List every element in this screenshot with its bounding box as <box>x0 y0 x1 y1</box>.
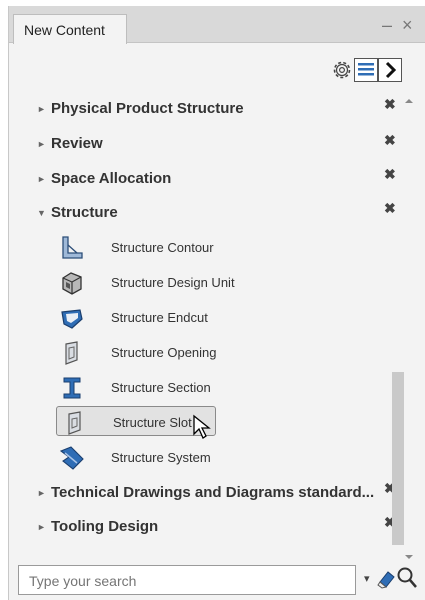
scrollbar-thumb[interactable] <box>392 372 404 545</box>
structure-opening-icon <box>65 341 78 365</box>
item-label: Structure System <box>111 450 211 465</box>
tab-bar: New Content – × <box>9 6 425 44</box>
expand-button[interactable] <box>378 58 402 82</box>
gear-icon <box>333 61 351 79</box>
category-label: Structure <box>51 204 118 221</box>
settings-button[interactable] <box>330 58 354 82</box>
category-review[interactable]: ► Review <box>37 135 103 159</box>
structure-design-unit-icon <box>62 272 82 295</box>
category-label: Tooling Design <box>51 518 159 535</box>
structure-contour-icon <box>62 236 83 259</box>
category-physical-product-structure[interactable]: ► Physical Product Structure <box>37 100 244 124</box>
chevron-right-icon: ► <box>37 139 46 150</box>
list-item-structure-contour[interactable]: Structure Contour <box>55 232 225 262</box>
item-label: Structure Design Unit <box>111 275 235 290</box>
list-item-structure-section[interactable]: Structure Section <box>55 372 225 402</box>
list-view-icon <box>358 63 374 76</box>
chevron-right-icon <box>385 61 397 79</box>
remove-category-button[interactable]: ✖ <box>384 166 396 183</box>
chevron-down-icon: ▼ <box>37 208 46 219</box>
chevron-right-icon: ► <box>37 104 46 115</box>
item-label: Structure Opening <box>111 345 217 360</box>
remove-category-button[interactable]: ✖ <box>384 200 396 217</box>
category-space-allocation[interactable]: ► Space Allocation <box>37 170 171 194</box>
category-technical-drawings[interactable]: ► Technical Drawings and Diagrams standar… <box>37 484 374 508</box>
structure-system-icon <box>59 446 84 470</box>
search-box[interactable] <box>18 565 356 595</box>
item-label: Structure Contour <box>111 240 214 255</box>
scroll-down-arrow-icon <box>405 555 413 559</box>
category-tooling-design[interactable]: ► Tooling Design <box>37 518 158 542</box>
list-item-structure-design-unit[interactable]: Structure Design Unit <box>55 267 235 297</box>
remove-category-button[interactable]: ✖ <box>384 132 396 149</box>
close-button[interactable]: × <box>402 16 413 34</box>
category-label: Space Allocation <box>51 170 172 187</box>
remove-category-button[interactable]: ✖ <box>384 96 396 113</box>
search-dropdown-button[interactable]: ▾ <box>364 572 370 585</box>
chevron-right-icon: ► <box>37 488 46 499</box>
new-content-panel: New Content – × ► Physical Product Struct… <box>8 6 425 600</box>
scroll-up-arrow-icon <box>405 99 413 103</box>
list-view-button[interactable] <box>354 58 378 82</box>
structure-section-icon <box>63 377 81 399</box>
chevron-right-icon: ► <box>37 174 46 185</box>
structure-endcut-icon <box>61 309 83 329</box>
search-icon[interactable] <box>396 566 418 590</box>
category-label: Physical Product Structure <box>51 100 244 117</box>
item-label: Structure Section <box>111 380 211 395</box>
list-item-structure-opening[interactable]: Structure Opening <box>55 337 225 367</box>
tab-label: New Content <box>24 22 105 38</box>
mouse-cursor-icon <box>193 414 211 439</box>
category-label: Review <box>51 135 103 152</box>
list-item-structure-system[interactable]: Structure System <box>55 442 225 472</box>
chevron-right-icon: ► <box>37 522 46 533</box>
list-item-structure-endcut[interactable]: Structure Endcut <box>55 302 225 332</box>
item-label: Structure Slot <box>113 415 192 430</box>
category-structure[interactable]: ▼ Structure <box>37 204 118 228</box>
tab-new-content[interactable]: New Content <box>13 14 127 44</box>
eraser-icon[interactable] <box>376 568 396 590</box>
item-label: Structure Endcut <box>111 310 208 325</box>
search-input[interactable] <box>27 567 331 595</box>
minimize-button[interactable]: – <box>382 16 392 34</box>
structure-slot-icon <box>68 411 81 435</box>
category-label: Technical Drawings and Diagrams standard… <box>51 484 375 501</box>
